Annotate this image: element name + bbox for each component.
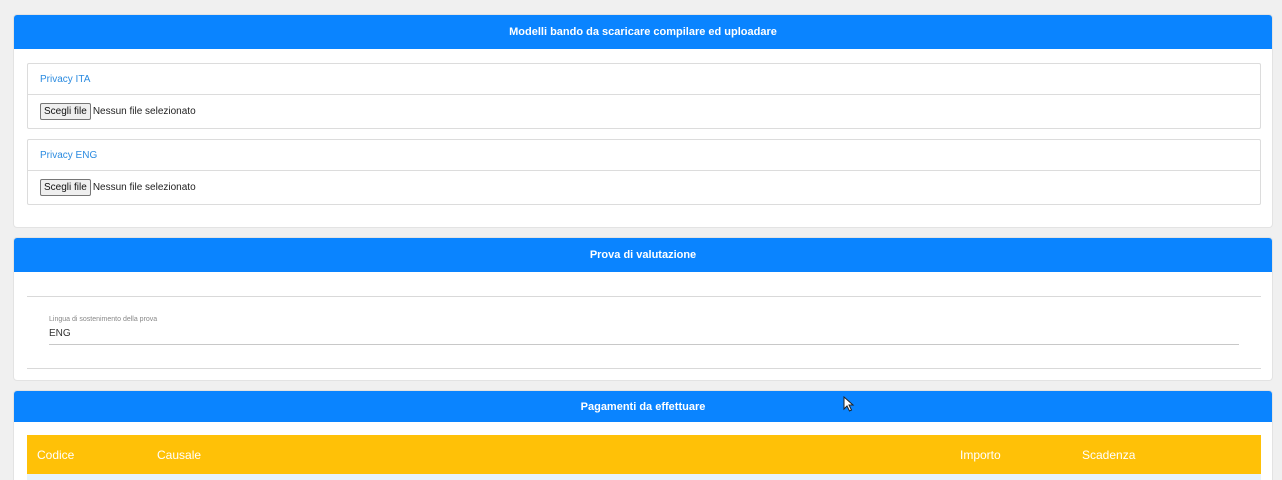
upload-privacy-eng: Privacy ENG Scegli file Nessun file sele… xyxy=(27,139,1261,205)
language-field-value[interactable]: ENG xyxy=(49,328,71,339)
column-header-importo[interactable]: Importo xyxy=(960,448,1001,462)
divider-bottom xyxy=(27,368,1261,369)
mouse-cursor-icon xyxy=(843,396,855,412)
exam-card-header: Prova di valutazione xyxy=(14,238,1272,272)
column-header-causale[interactable]: Causale xyxy=(157,448,201,462)
exam-card: Prova di valutazione Lingua di sostenime… xyxy=(13,237,1273,381)
upload-privacy-eng-row: Scegli file Nessun file selezionato xyxy=(28,171,1260,204)
payments-card-header: Pagamenti da effettuare xyxy=(14,391,1272,422)
payments-table-header: Codice Causale Importo Scadenza xyxy=(27,435,1261,474)
language-field-label: Lingua di sostenimento della prova xyxy=(49,316,158,323)
language-field-underline xyxy=(49,344,1239,345)
choose-file-button-eng[interactable]: Scegli file xyxy=(40,179,91,196)
file-status-ita: Nessun file selezionato xyxy=(92,106,196,117)
column-header-scadenza[interactable]: Scadenza xyxy=(1082,448,1135,462)
upload-privacy-eng-label[interactable]: Privacy ENG xyxy=(28,140,1260,171)
upload-privacy-ita-label[interactable]: Privacy ITA xyxy=(28,64,1260,95)
upload-privacy-ita: Privacy ITA Scegli file Nessun file sele… xyxy=(27,63,1261,129)
file-status-eng: Nessun file selezionato xyxy=(92,182,196,193)
divider-top xyxy=(27,296,1261,297)
models-card: Modelli bando da scaricare compilare ed … xyxy=(13,14,1273,228)
models-card-header: Modelli bando da scaricare compilare ed … xyxy=(14,15,1272,49)
column-header-codice[interactable]: Codice xyxy=(37,448,74,462)
table-row xyxy=(27,474,1261,480)
choose-file-button-ita[interactable]: Scegli file xyxy=(40,103,91,120)
payments-card: Pagamenti da effettuare Codice Causale I… xyxy=(13,390,1273,480)
upload-privacy-ita-row: Scegli file Nessun file selezionato xyxy=(28,95,1260,128)
